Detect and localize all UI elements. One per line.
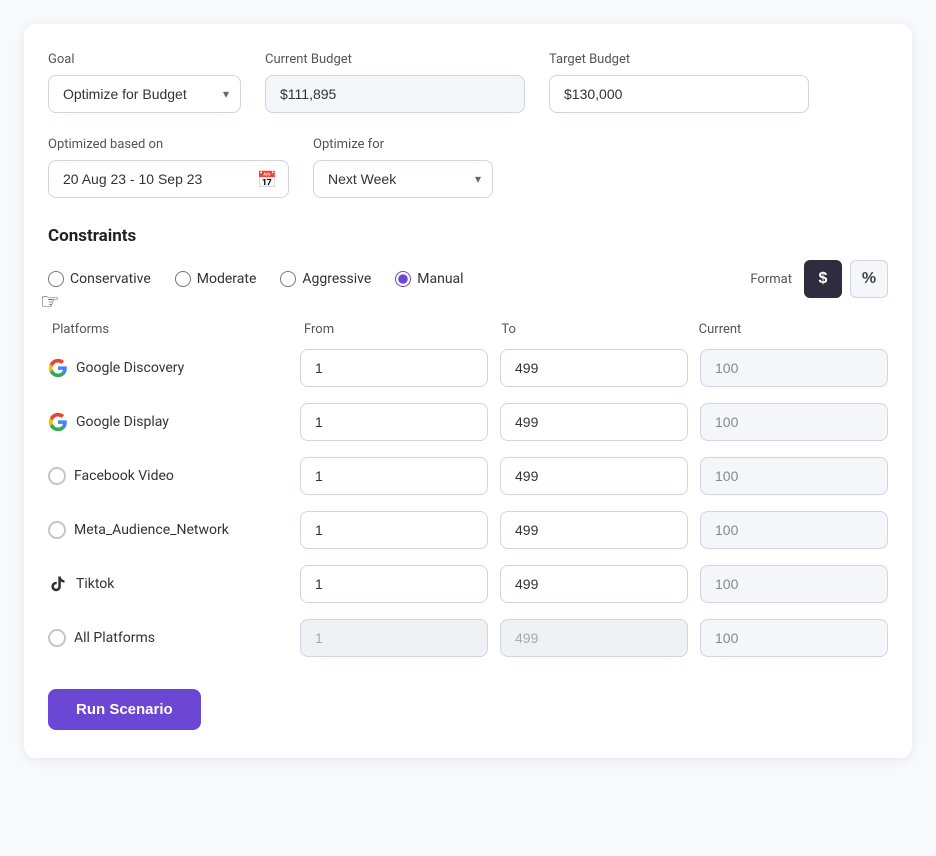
- tiktok-current-input: [700, 565, 888, 603]
- optimized-based-on-label: Optimized based on: [48, 137, 289, 152]
- goal-select-wrapper: Optimize for Budget Maximize Revenue Max…: [48, 75, 241, 113]
- circle-icon-meta: [48, 521, 66, 539]
- goal-group: Goal Optimize for Budget Maximize Revenu…: [48, 52, 241, 113]
- top-row: Goal Optimize for Budget Maximize Revenu…: [48, 52, 888, 113]
- platform-name-google-discovery: Google Discovery: [48, 358, 288, 378]
- table-row: Meta_Audience_Network: [48, 511, 888, 549]
- meta-audience-from-input[interactable]: [300, 511, 488, 549]
- radio-moderate-input[interactable]: [175, 271, 191, 287]
- col-platforms: Platforms: [52, 322, 292, 337]
- platform-name-all-platforms: All Platforms: [48, 629, 288, 647]
- radio-moderate[interactable]: Moderate: [175, 271, 257, 287]
- radio-manual-label: Manual: [417, 271, 463, 287]
- format-group: Format $ %: [750, 260, 888, 298]
- target-budget-input[interactable]: [549, 75, 809, 113]
- optimized-based-on-group: Optimized based on 📅: [48, 137, 289, 198]
- current-budget-input[interactable]: [265, 75, 525, 113]
- tiktok-from-input[interactable]: [300, 565, 488, 603]
- hand-cursor-icon: ☞: [40, 290, 60, 315]
- target-budget-group: Target Budget: [549, 52, 809, 113]
- platform-label-all-platforms: All Platforms: [74, 630, 155, 646]
- optimize-for-group: Optimize for Next Week This Week Next Mo…: [313, 137, 493, 198]
- meta-audience-current-input: [700, 511, 888, 549]
- radio-aggressive-label: Aggressive: [302, 271, 371, 287]
- radio-group: Conservative Moderate Aggressive Manual …: [48, 271, 464, 287]
- date-input-wrapper: 📅: [48, 160, 289, 198]
- format-percent-button[interactable]: %: [850, 260, 888, 298]
- facebook-video-current-input: [700, 457, 888, 495]
- radio-conservative-input[interactable]: [48, 271, 64, 287]
- google-display-to-input[interactable]: [500, 403, 688, 441]
- tiktok-to-input[interactable]: [500, 565, 688, 603]
- goal-select[interactable]: Optimize for Budget Maximize Revenue Max…: [48, 75, 241, 113]
- google-discovery-current-input: [700, 349, 888, 387]
- radio-aggressive-input[interactable]: [280, 271, 296, 287]
- radio-conservative-label: Conservative: [70, 271, 151, 287]
- col-current: Current: [699, 322, 884, 337]
- col-to: To: [501, 322, 686, 337]
- current-budget-label: Current Budget: [265, 52, 525, 67]
- platform-name-facebook-video: Facebook Video: [48, 467, 288, 485]
- main-container: Goal Optimize for Budget Maximize Revenu…: [24, 24, 912, 758]
- radio-conservative[interactable]: Conservative: [48, 271, 151, 287]
- table-row: Google Display: [48, 403, 888, 441]
- current-budget-group: Current Budget: [265, 52, 525, 113]
- optimize-for-select[interactable]: Next Week This Week Next Month: [313, 160, 493, 198]
- meta-audience-to-input[interactable]: [500, 511, 688, 549]
- platform-label-facebook-video: Facebook Video: [74, 468, 174, 484]
- radio-moderate-label: Moderate: [197, 271, 257, 287]
- google-display-current-input: [700, 403, 888, 441]
- google-display-from-input[interactable]: [300, 403, 488, 441]
- radio-manual[interactable]: Manual: [395, 271, 463, 287]
- circle-icon-facebook: [48, 467, 66, 485]
- date-row: Optimized based on 📅 Optimize for Next W…: [48, 137, 888, 198]
- platform-name-tiktok: Tiktok: [48, 574, 288, 594]
- google-discovery-to-input[interactable]: [500, 349, 688, 387]
- optimize-for-label: Optimize for: [313, 137, 493, 152]
- radio-manual-input[interactable]: [395, 271, 411, 287]
- run-scenario-button[interactable]: Run Scenario: [48, 689, 201, 730]
- tiktok-icon: [48, 574, 68, 594]
- platform-name-meta-audience: Meta_Audience_Network: [48, 521, 288, 539]
- target-budget-label: Target Budget: [549, 52, 809, 67]
- goal-label: Goal: [48, 52, 241, 67]
- all-platforms-from-input: [300, 619, 488, 657]
- table-row: Facebook Video: [48, 457, 888, 495]
- radio-aggressive[interactable]: Aggressive: [280, 271, 371, 287]
- facebook-video-from-input[interactable]: [300, 457, 488, 495]
- table-row: Tiktok: [48, 565, 888, 603]
- platform-label-google-display: Google Display: [76, 414, 169, 430]
- google-icon-discovery: [48, 358, 68, 378]
- all-platforms-current-input: [700, 619, 888, 657]
- google-icon-display: [48, 412, 68, 432]
- platforms-table-header: Platforms From To Current: [48, 322, 888, 337]
- format-dollar-button[interactable]: $: [804, 260, 842, 298]
- col-from: From: [304, 322, 489, 337]
- format-label: Format: [750, 272, 792, 287]
- platform-label-meta-audience: Meta_Audience_Network: [74, 522, 229, 538]
- constraints-row: Conservative Moderate Aggressive Manual …: [48, 260, 888, 298]
- facebook-video-to-input[interactable]: [500, 457, 688, 495]
- optimize-for-select-wrapper: Next Week This Week Next Month ▾: [313, 160, 493, 198]
- platform-label-google-discovery: Google Discovery: [76, 360, 184, 376]
- table-row: Google Discovery: [48, 349, 888, 387]
- circle-icon-all-platforms: [48, 629, 66, 647]
- constraints-title: Constraints: [48, 226, 888, 246]
- platform-label-tiktok: Tiktok: [76, 576, 114, 592]
- date-range-input[interactable]: [48, 160, 289, 198]
- all-platforms-to-input: [500, 619, 688, 657]
- platform-name-google-display: Google Display: [48, 412, 288, 432]
- table-row: All Platforms: [48, 619, 888, 657]
- google-discovery-from-input[interactable]: [300, 349, 488, 387]
